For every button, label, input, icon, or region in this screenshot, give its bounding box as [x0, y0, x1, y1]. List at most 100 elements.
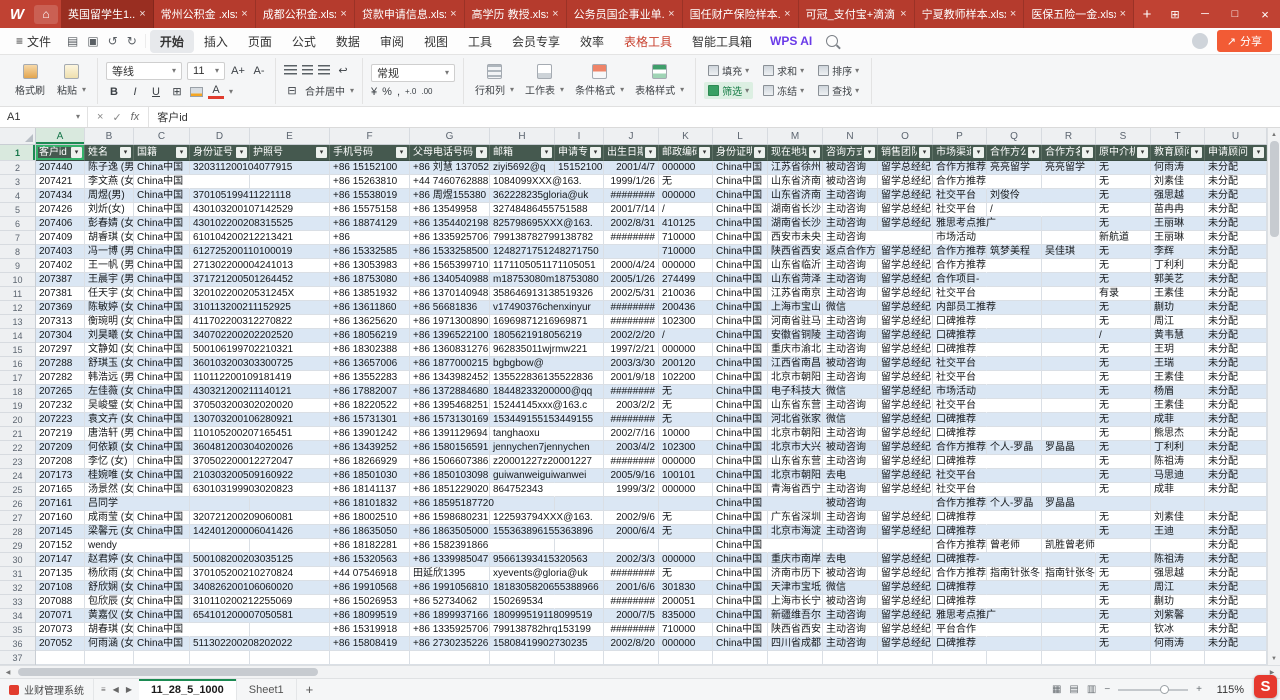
- cell[interactable]: 个人-罗晶: [987, 497, 1042, 511]
- cell[interactable]: 衡琬明 (女: [85, 315, 134, 329]
- cell[interactable]: 主动咨询: [823, 273, 878, 287]
- cell[interactable]: 未分配: [1205, 623, 1267, 637]
- maximize-button[interactable]: [1220, 0, 1250, 28]
- cell[interactable]: 207219: [36, 427, 85, 441]
- column-header-D[interactable]: D: [190, 128, 250, 144]
- cell[interactable]: 河北省张家: [768, 413, 823, 427]
- cell[interactable]: 主动咨询: [823, 329, 878, 343]
- cell[interactable]: [604, 245, 659, 259]
- cell[interactable]: 825798695XXX@163.: [490, 217, 555, 231]
- cell[interactable]: [823, 651, 878, 665]
- cell[interactable]: 未分配: [1205, 371, 1267, 385]
- cell[interactable]: [490, 539, 555, 553]
- toolbar-big-button-3[interactable]: 表格样式: [632, 64, 687, 97]
- cell[interactable]: China中国: [713, 259, 768, 273]
- cell[interactable]: [1205, 651, 1267, 665]
- cell[interactable]: 主动咨询: [823, 189, 878, 203]
- cell[interactable]: [987, 399, 1042, 413]
- file-menu-button[interactable]: 文件: [8, 33, 59, 50]
- header-cell-L[interactable]: 身份证明: [713, 145, 768, 161]
- cell[interactable]: 济南市历下: [768, 567, 823, 581]
- cell[interactable]: 360103200303300725: [190, 357, 250, 371]
- cell[interactable]: 207147: [36, 553, 85, 567]
- cell[interactable]: 无: [1096, 427, 1151, 441]
- cell[interactable]: 1805621918056219: [490, 329, 555, 343]
- cell[interactable]: China中国: [713, 161, 768, 175]
- cell[interactable]: 社交平台: [933, 399, 987, 413]
- toolbar-big-button-0[interactable]: 行和列: [472, 64, 517, 97]
- toolbar-small-button-3[interactable]: 筛选: [704, 82, 753, 99]
- cell[interactable]: China中国: [134, 525, 190, 539]
- cell[interactable]: 207209: [36, 441, 85, 455]
- cell[interactable]: [987, 259, 1042, 273]
- cell[interactable]: 王素佳: [1151, 371, 1205, 385]
- cell[interactable]: China中国: [713, 497, 768, 511]
- cell[interactable]: 310110200212255069: [190, 595, 250, 609]
- cell[interactable]: +86 15332585: [330, 245, 410, 259]
- cell[interactable]: 207073: [36, 623, 85, 637]
- menu-tab-3[interactable]: 公式: [282, 30, 326, 53]
- close-tab-icon[interactable]: [784, 8, 790, 20]
- cell[interactable]: 430103200107142529: [190, 203, 250, 217]
- cell[interactable]: China中国: [713, 455, 768, 469]
- header-cell-G[interactable]: 父母电话号码: [410, 145, 490, 161]
- cell[interactable]: [190, 623, 250, 637]
- cell[interactable]: 被动咨询: [823, 595, 878, 609]
- cell[interactable]: 江苏省徐州: [768, 161, 823, 175]
- cell[interactable]: 包欣辰 (女: [85, 595, 134, 609]
- filter-icon[interactable]: [1137, 147, 1148, 158]
- cell[interactable]: 无: [1096, 455, 1151, 469]
- cell[interactable]: 18448233200000@qq: [490, 385, 555, 399]
- cell[interactable]: 2001/6/6: [604, 581, 659, 595]
- filter-icon[interactable]: [973, 147, 984, 158]
- filter-icon[interactable]: [120, 147, 131, 158]
- cell[interactable]: 市场活动: [933, 231, 987, 245]
- cell[interactable]: 被动咨询: [823, 441, 878, 455]
- close-tab-icon[interactable]: [139, 8, 145, 20]
- cell[interactable]: 合作方推荐: [933, 539, 987, 553]
- column-header-N[interactable]: N: [823, 128, 878, 144]
- close-tab-icon[interactable]: [1010, 8, 1016, 20]
- cell[interactable]: 207434: [36, 189, 85, 203]
- cell[interactable]: 102300: [659, 441, 713, 455]
- cell[interactable]: 2002/3/3: [604, 553, 659, 567]
- cell[interactable]: China中国: [134, 175, 190, 189]
- cell[interactable]: 411702200312270822: [190, 315, 250, 329]
- cell[interactable]: 710000: [659, 231, 713, 245]
- select-all-corner[interactable]: [0, 128, 36, 144]
- cell[interactable]: [190, 539, 250, 553]
- cell[interactable]: 无: [1096, 525, 1151, 539]
- cell[interactable]: 主动咨询: [823, 203, 878, 217]
- cell[interactable]: China中国: [713, 441, 768, 455]
- cell[interactable]: +86 1565399710: [410, 259, 490, 273]
- cell[interactable]: China中国: [713, 595, 768, 609]
- cell[interactable]: [987, 413, 1042, 427]
- cell[interactable]: wendy: [85, 539, 134, 553]
- cell[interactable]: 无: [1096, 385, 1151, 399]
- header-cell-E[interactable]: 护照号: [250, 145, 330, 161]
- menu-tab-5[interactable]: 审阅: [370, 30, 414, 53]
- cell[interactable]: +86 13552283: [330, 371, 410, 385]
- cell[interactable]: 无: [1096, 469, 1151, 483]
- cell[interactable]: 95661393415320563: [490, 553, 555, 567]
- cell[interactable]: [134, 651, 190, 665]
- doc-tab-2[interactable]: 成都公积金.xlsx: [256, 0, 355, 28]
- cell[interactable]: [490, 651, 555, 665]
- row-number-15[interactable]: 15: [0, 343, 35, 357]
- cell[interactable]: 青海省西宁: [768, 483, 823, 497]
- row-number-18[interactable]: 18: [0, 385, 35, 399]
- cell[interactable]: 口碑推荐: [933, 343, 987, 357]
- cell[interactable]: China中国: [134, 231, 190, 245]
- cell[interactable]: China中国: [134, 441, 190, 455]
- cell[interactable]: 135522836135522836: [490, 371, 555, 385]
- cell[interactable]: +86 15808419: [330, 637, 410, 651]
- cell[interactable]: +86 18101832: [330, 497, 410, 511]
- cell[interactable]: 2002/5/31: [604, 287, 659, 301]
- cell[interactable]: ########: [604, 413, 659, 427]
- next-sheet-icon[interactable]: [126, 685, 132, 694]
- cell[interactable]: [1042, 343, 1096, 357]
- cell[interactable]: China中国: [713, 301, 768, 315]
- cell[interactable]: 留学总经纪: [878, 455, 933, 469]
- prev-sheet-icon[interactable]: [113, 685, 119, 694]
- cell[interactable]: 无: [1096, 343, 1151, 357]
